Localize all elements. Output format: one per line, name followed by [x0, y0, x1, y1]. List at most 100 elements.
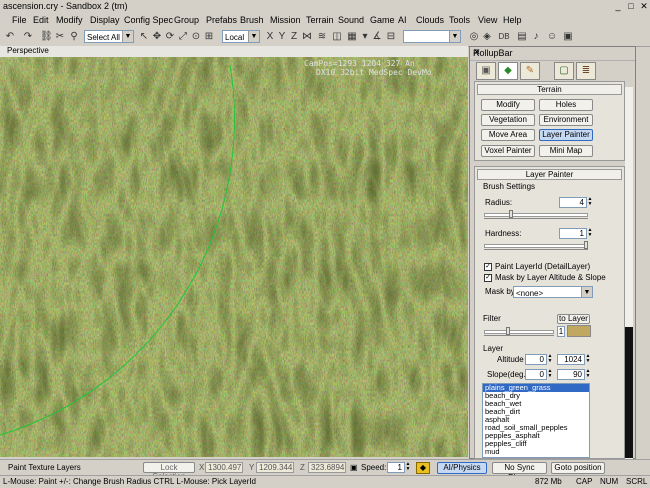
tab-terrain[interactable]: ◆	[498, 62, 518, 80]
goto-position-button[interactable]: Goto position	[551, 462, 605, 474]
close-button[interactable]: ✕	[638, 1, 650, 12]
axis-x-icon[interactable]: X	[264, 31, 276, 43]
rollup-scrollbar-thumb[interactable]	[625, 327, 633, 458]
lock-selection-button[interactable]: Lock Selection	[143, 462, 195, 481]
altitude-min-input[interactable]: 0	[525, 354, 547, 365]
slope-max-spinner[interactable]: ▲ ▼	[585, 369, 591, 380]
menu-file[interactable]: File	[12, 15, 27, 25]
undo-icon[interactable]: ↶	[4, 31, 16, 43]
modify-button[interactable]: Modify	[481, 99, 535, 111]
layer-list-item[interactable]: mud	[483, 448, 589, 456]
grid-dropdown-icon[interactable]: ▾	[359, 31, 371, 43]
axis-xy-icon[interactable]: ⋈	[301, 31, 313, 43]
selection-combo[interactable]: Select All ▼	[84, 30, 134, 43]
axis-z-icon[interactable]: Z	[288, 31, 300, 43]
camera-icon[interactable]: ⊙	[190, 31, 202, 43]
scale-icon[interactable]: ⤢	[177, 31, 189, 43]
hardness-slider[interactable]	[484, 241, 588, 250]
perspective-viewport[interactable]: CamPos=1293 1204 327 An DX10 32bit MedSp…	[0, 57, 468, 457]
ruler-icon[interactable]: ⊟	[385, 31, 397, 43]
globe-icon[interactable]: ◎	[468, 31, 480, 43]
menu-display[interactable]: Display	[90, 15, 120, 25]
axis-y-icon[interactable]: Y	[276, 31, 288, 43]
tab-display[interactable]: ▢	[554, 62, 574, 80]
filter-color-swatch[interactable]	[567, 325, 591, 337]
vegetation-button[interactable]: Vegetation	[481, 114, 535, 126]
menu-mission[interactable]: Mission	[270, 15, 301, 25]
altitude-min-spinner[interactable]: ▲ ▼	[547, 354, 553, 365]
holes-button[interactable]: Holes	[539, 99, 593, 111]
maximize-button[interactable]: □	[625, 1, 637, 12]
mask-altitude-checkbox[interactable]: ✓	[484, 274, 492, 282]
redo-icon[interactable]: ↷	[22, 31, 34, 43]
pointer-icon[interactable]: ↖	[138, 31, 150, 43]
speed-spinner[interactable]: ▲ ▼	[405, 462, 411, 473]
menu-terrain[interactable]: Terrain	[306, 15, 334, 25]
menu-game[interactable]: Game	[370, 15, 395, 25]
minimize-button[interactable]: _	[612, 1, 624, 12]
y-coord-field[interactable]: 1209.344	[256, 462, 294, 473]
radius-input[interactable]: 4	[559, 197, 587, 208]
rotate-icon[interactable]: ⟳	[164, 31, 176, 43]
game-mode-icon[interactable]: ◆	[416, 462, 430, 474]
no-sync-player-button[interactable]: No Sync Player	[492, 462, 547, 482]
hardness-slider-thumb[interactable]	[584, 241, 588, 249]
radius-spinner[interactable]: ▲ ▼	[587, 197, 593, 208]
coord-system-combo[interactable]: Local ▼	[222, 30, 260, 43]
altitude-max-input[interactable]: 1024	[557, 354, 585, 365]
character-icon[interactable]: ☺	[546, 31, 558, 43]
view-icon[interactable]: ▣	[562, 31, 574, 43]
menu-prefabs[interactable]: Prefabs	[206, 15, 237, 25]
filter-slider-thumb[interactable]	[506, 327, 510, 335]
database-icon[interactable]: DB	[496, 31, 512, 43]
speed-input[interactable]: 1	[387, 462, 405, 473]
paint-layerid-checkbox[interactable]: ✓	[484, 263, 492, 271]
viewport-label[interactable]: Perspective	[7, 46, 49, 55]
menu-brush[interactable]: Brush	[240, 15, 264, 25]
radius-slider[interactable]	[484, 210, 588, 219]
hardness-input[interactable]: 1	[559, 228, 587, 239]
object-search-combo[interactable]: ▼	[403, 30, 461, 43]
layer-list[interactable]: plains_green_grass beach_dry beach_wet beac…	[482, 383, 590, 458]
lock-icon[interactable]: ▣	[350, 463, 358, 472]
sound-icon[interactable]: ♪	[530, 31, 542, 43]
filter-slider[interactable]	[484, 327, 554, 336]
radius-slider-thumb[interactable]	[509, 210, 513, 218]
slope-min-input[interactable]: 0	[525, 369, 547, 380]
snap-icon[interactable]: ◫	[331, 31, 343, 43]
terrain-select-icon[interactable]: ⊞	[203, 31, 215, 43]
select-icon[interactable]: ⚲	[68, 31, 80, 43]
tab-layers[interactable]: ≣	[576, 62, 596, 80]
menu-sound[interactable]: Sound	[338, 15, 364, 25]
layer-painter-button[interactable]: Layer Painter	[539, 129, 593, 141]
to-layer-button[interactable]: to Layer	[557, 314, 590, 324]
menu-config-spec[interactable]: Config Spec	[124, 15, 173, 25]
angle-snap-icon[interactable]: ∡	[371, 31, 383, 43]
slope-min-spinner[interactable]: ▲ ▼	[547, 369, 553, 380]
menu-modify[interactable]: Modify	[56, 15, 83, 25]
hardness-spinner[interactable]: ▲ ▼	[587, 228, 593, 239]
tab-modify[interactable]: ✎	[520, 62, 540, 80]
close-icon[interactable]: ✕	[473, 47, 633, 58]
menu-tools[interactable]: Tools	[449, 15, 470, 25]
menu-clouds[interactable]: Clouds	[416, 15, 444, 25]
mini-map-button[interactable]: Mini Map	[539, 145, 593, 157]
move-icon[interactable]: ✥	[151, 31, 163, 43]
tab-create[interactable]: ▣	[476, 62, 496, 80]
menu-ai[interactable]: AI	[398, 15, 407, 25]
menu-view[interactable]: View	[478, 15, 497, 25]
z-coord-field[interactable]: 323.6894	[308, 462, 346, 473]
menu-edit[interactable]: Edit	[33, 15, 49, 25]
terrain-header[interactable]: Terrain	[477, 84, 622, 95]
layer-painter-header[interactable]: Layer Painter	[477, 169, 622, 180]
filter-value[interactable]: 1	[557, 326, 565, 337]
terrain-snap-icon[interactable]: ≋	[316, 31, 328, 43]
menu-help[interactable]: Help	[503, 15, 522, 25]
link-icon[interactable]: ⛓	[40, 31, 53, 43]
mask-by-combo[interactable]: <none> ▼	[513, 286, 593, 298]
slope-max-input[interactable]: 90	[557, 369, 585, 380]
grid-icon[interactable]: ▦	[346, 31, 358, 43]
move-area-button[interactable]: Move Area	[481, 129, 535, 141]
unlink-icon[interactable]: ✂	[54, 31, 66, 43]
ai-physics-button[interactable]: AI/Physics	[437, 462, 487, 474]
